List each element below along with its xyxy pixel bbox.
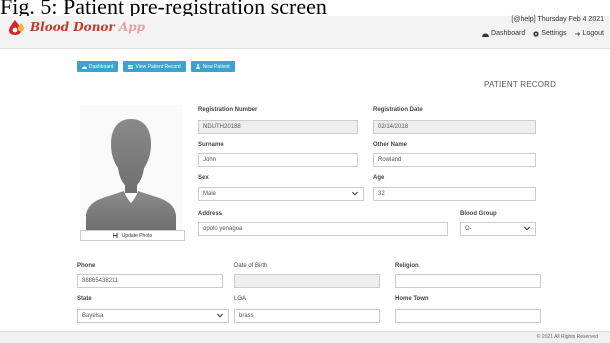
sex-select[interactable]: Male [198, 187, 364, 201]
header-dashboard-link[interactable]: Dashboard [482, 30, 525, 37]
religion-label: Religion [395, 263, 419, 269]
state-label: State [77, 296, 92, 302]
home-town-label: Home Town [395, 296, 429, 302]
logo-suffix: App [114, 20, 146, 34]
age-field[interactable]: 32 [373, 187, 536, 201]
address-label: Address [198, 211, 223, 217]
date-of-birth-label: Date of Birth [234, 263, 268, 269]
blood-drop-logo-icon [6, 18, 28, 36]
chevron-down-icon [217, 313, 223, 318]
upload-icon [112, 233, 118, 238]
religion-field[interactable] [395, 274, 541, 288]
chevron-down-icon [352, 191, 358, 196]
gear-icon [533, 30, 539, 37]
sex-label: Sex [198, 175, 209, 181]
list-icon [128, 64, 134, 69]
lga-label: LGA [234, 296, 247, 302]
surname-field[interactable]: John [198, 153, 358, 167]
logo-text: Blood Donor [30, 20, 115, 34]
address-field[interactable]: opolo yenagoa [198, 222, 448, 236]
footer: © 2021 All Rights Reserved [0, 331, 610, 343]
toolbar: Dashboard View Patient Record New Patien… [77, 61, 235, 72]
logout-icon [574, 31, 580, 36]
update-photo-button[interactable]: Update Photo [80, 230, 185, 241]
lga-field[interactable]: brass [234, 309, 380, 323]
copyright-text: © 2021 All Rights Reserved [536, 334, 598, 340]
registration-number-field[interactable]: NDUTH20188 [198, 120, 358, 134]
page-title: PATIENT RECORD [484, 80, 557, 89]
date-of-birth-field[interactable] [234, 274, 380, 288]
age-label: Age [373, 175, 385, 181]
registration-number-label: Registration Number [198, 107, 258, 113]
blood-group-label: Blood Group [460, 211, 497, 217]
surname-label: Surname [198, 142, 224, 148]
other-name-field[interactable]: Rowland [373, 153, 536, 167]
chevron-down-icon [524, 226, 530, 231]
registration-date-label: Registration Date [373, 107, 423, 113]
dashboard-button[interactable]: Dashboard [77, 61, 119, 72]
new-patient-button[interactable]: New Patient [190, 61, 235, 72]
registration-date-field[interactable]: 02/14/2018 [373, 120, 536, 134]
help-date[interactable]: [@help] Thursday Feb 4 2021 [511, 16, 604, 23]
app-logo[interactable]: Blood Donor App [6, 18, 145, 36]
phone-label: Phone [77, 263, 96, 269]
dashboard-icon [482, 33, 490, 37]
view-patient-record-button[interactable]: View Patient Record [123, 61, 186, 72]
other-name-label: Other Name [373, 142, 408, 148]
top-navbar: Blood Donor App [@help] Thursday Feb 4 2… [0, 16, 610, 49]
avatar-placeholder-icon [86, 119, 176, 230]
header-links: Dashboard Settings Logout [482, 30, 604, 37]
home-town-field[interactable] [395, 309, 541, 323]
header-settings-link[interactable]: Settings [533, 30, 567, 37]
state-select[interactable]: Bayelsa [77, 309, 229, 323]
dashboard-icon [82, 66, 87, 69]
header-logout-link[interactable]: Logout [574, 30, 604, 37]
patient-photo [80, 105, 183, 230]
user-plus-icon [195, 64, 200, 69]
phone-field[interactable]: 88865438211 [77, 274, 223, 288]
blood-group-select[interactable]: O- [460, 222, 536, 236]
